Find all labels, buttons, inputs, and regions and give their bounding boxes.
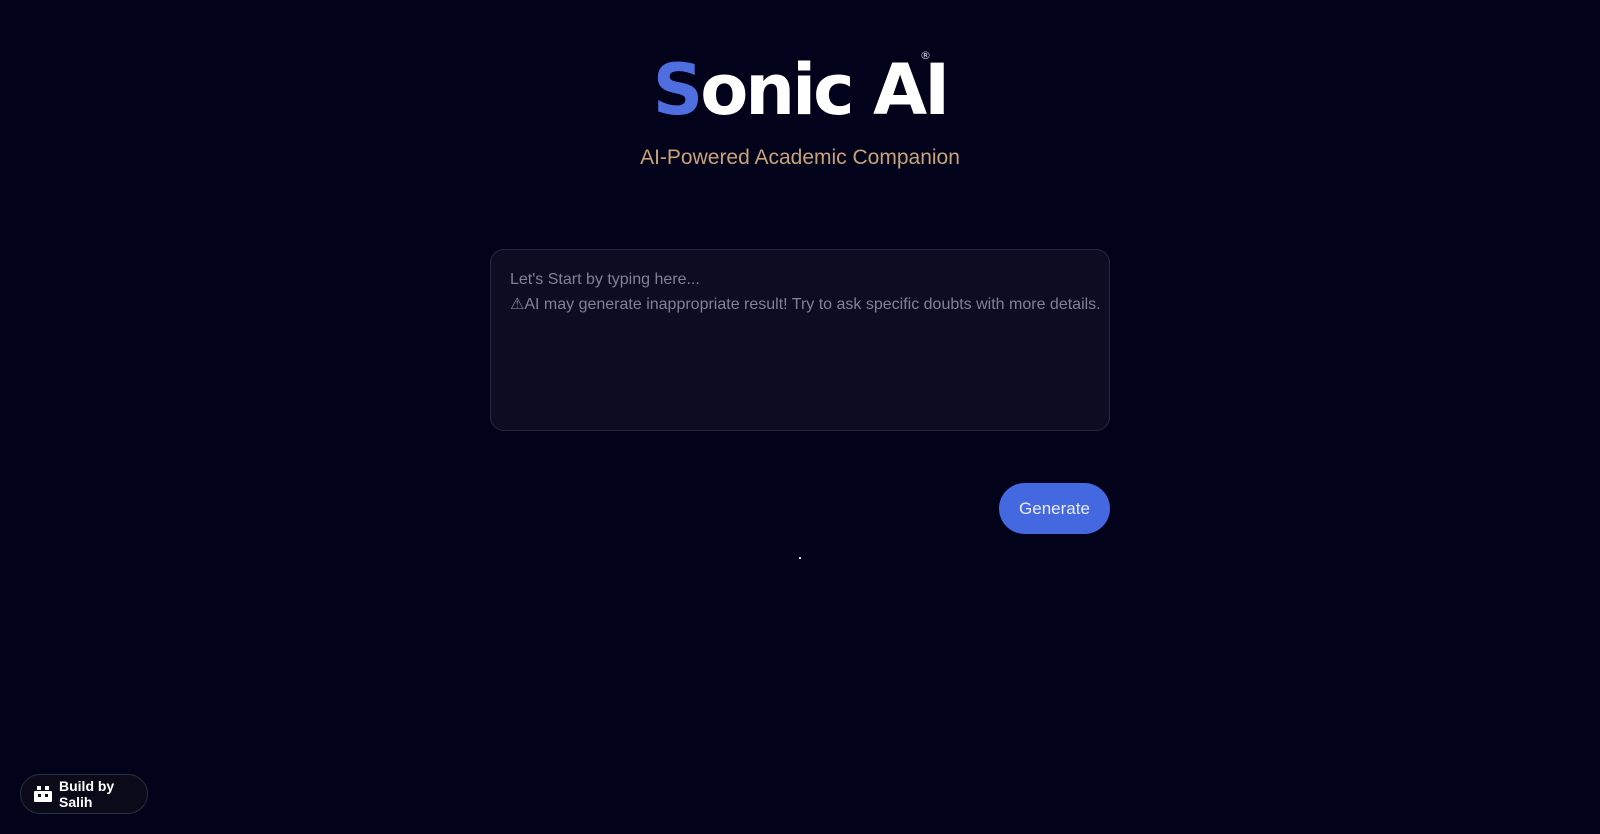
generate-button[interactable]: Generate [999, 483, 1110, 534]
tagline: AI-Powered Academic Companion [640, 146, 960, 169]
build-by-badge[interactable]: Build by Salih [20, 774, 148, 814]
badge-label: Build by Salih [59, 778, 115, 810]
bot-icon [34, 786, 52, 802]
registered-mark: ® [920, 49, 931, 62]
loading-dot [799, 557, 801, 559]
logo-text: onic AI [700, 49, 950, 131]
logo-first-letter: S [652, 49, 703, 131]
prompt-input[interactable]: Let's Start by typing here... ⚠AI may ge… [490, 249, 1110, 431]
prompt-placeholder: Let's Start by typing here... [510, 271, 700, 288]
app-logo: Sonic AI ® [0, 48, 1600, 132]
page: Sonic AI ® AI-Powered Academic Companion … [0, 0, 1600, 834]
prompt-warning: ⚠AI may generate inappropriate result! T… [510, 296, 1101, 313]
